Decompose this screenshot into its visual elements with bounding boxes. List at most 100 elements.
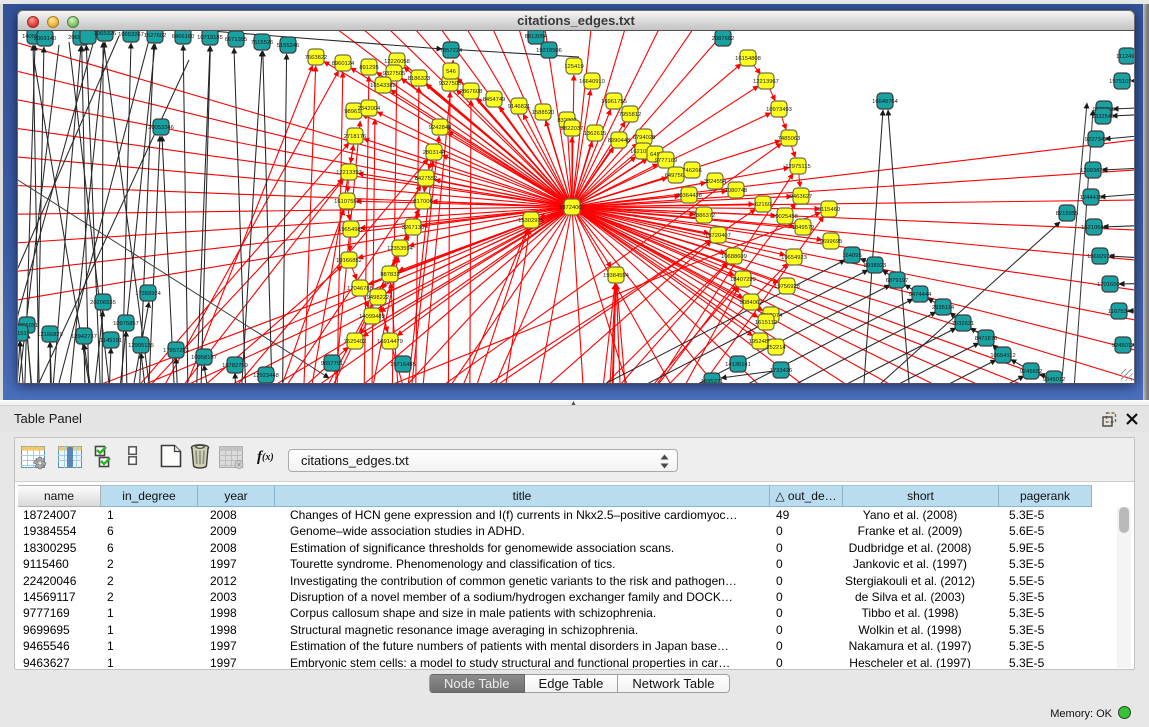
svg-text:7485063: 7485063 [778, 136, 801, 142]
svg-text:12905135: 12905135 [128, 343, 154, 349]
svg-text:2803144: 2803144 [423, 150, 446, 156]
svg-text:18407299: 18407299 [730, 277, 756, 283]
svg-text:15302975: 15302975 [518, 218, 544, 224]
svg-text:12975115: 12975115 [785, 164, 810, 170]
svg-text:8427552: 8427552 [415, 176, 438, 182]
svg-text:7632621: 7632621 [952, 321, 975, 327]
svg-text:1080748: 1080748 [725, 188, 748, 194]
svg-text:12093872: 12093872 [1080, 168, 1106, 174]
svg-text:5155246: 5155246 [277, 43, 300, 49]
svg-text:17046788: 17046788 [347, 286, 373, 292]
svg-text:7663822: 7663822 [305, 55, 328, 61]
svg-text:19654923: 19654923 [781, 255, 807, 261]
svg-text:(x): (x) [262, 452, 274, 463]
svg-text:2718176: 2718176 [344, 134, 367, 140]
svg-text:6879197: 6879197 [886, 278, 909, 284]
svg-text:16107552: 16107552 [334, 199, 360, 205]
svg-text:8813054: 8813054 [525, 34, 548, 40]
svg-text:891295: 891295 [359, 65, 378, 71]
svg-text:10653267: 10653267 [118, 32, 144, 38]
svg-text:9115460: 9115460 [818, 207, 840, 213]
svg-text:19218506: 19218506 [536, 48, 562, 54]
svg-text:9327505: 9327505 [439, 81, 462, 87]
svg-text:9245012: 9245012 [1112, 343, 1134, 349]
svg-text:9474444: 9474444 [909, 292, 932, 298]
svg-text:12942737: 12942737 [71, 334, 97, 340]
svg-text:19384554: 19384554 [603, 273, 630, 279]
svg-text:2342004: 2342004 [358, 106, 381, 112]
svg-text:20364436: 20364436 [676, 193, 702, 199]
svg-text:8960124: 8960124 [332, 61, 355, 67]
svg-text:887833: 887833 [380, 272, 399, 278]
svg-text:1244415: 1244415 [1080, 195, 1103, 201]
svg-text:16961755: 16961755 [601, 99, 627, 105]
svg-text:3822037: 3822037 [561, 126, 584, 132]
svg-text:252214: 252214 [766, 345, 786, 351]
svg-text:15716485: 15716485 [390, 362, 416, 368]
svg-text:9463627: 9463627 [790, 194, 813, 200]
svg-text:2867608: 2867608 [460, 89, 483, 95]
svg-text:8454749: 8454749 [483, 97, 506, 103]
svg-text:8186323: 8186323 [408, 76, 431, 82]
svg-text:1849579: 1849579 [792, 225, 815, 231]
svg-text:1527602: 1527602 [144, 33, 167, 39]
svg-text:7625402: 7625402 [344, 339, 367, 345]
svg-text:1695371: 1695371 [701, 379, 724, 383]
svg-text:16640910: 16640910 [579, 79, 605, 85]
svg-text:164095: 164095 [842, 253, 861, 259]
svg-text:12156829: 12156829 [37, 332, 63, 338]
svg-text:20206535: 20206535 [90, 300, 116, 306]
svg-text:9084067: 9084067 [740, 300, 763, 306]
svg-text:19654983: 19654983 [338, 227, 364, 233]
svg-text:10654112: 10654112 [990, 353, 1015, 359]
svg-text:15751074: 15751074 [1109, 79, 1134, 85]
svg-text:8215955: 8215955 [1056, 211, 1079, 217]
svg-text:15692971: 15692971 [1087, 254, 1113, 260]
svg-text:2069140: 2069140 [34, 36, 57, 42]
svg-text:12213393: 12213393 [336, 170, 362, 176]
svg-text:746266: 746266 [682, 168, 701, 174]
svg-text:817006: 817006 [413, 199, 432, 205]
svg-text:12226058: 12226058 [384, 59, 410, 65]
svg-text:17359924: 17359924 [135, 291, 162, 297]
svg-text:9777169: 9777169 [655, 158, 678, 164]
svg-text:16210643: 16210643 [1081, 225, 1107, 231]
svg-text:7955812: 7955812 [619, 112, 642, 118]
svg-text:7515526: 7515526 [251, 40, 274, 46]
svg-text:16914479: 16914479 [377, 339, 403, 345]
svg-text:18720407: 18720407 [705, 233, 731, 239]
svg-text:10975857: 10975857 [113, 321, 139, 327]
svg-text:16648764: 16648764 [872, 99, 899, 105]
svg-text:10958157: 10958157 [191, 355, 217, 361]
svg-text:8990448: 8990448 [608, 138, 631, 144]
svg-text:1065326: 1065326 [94, 31, 117, 37]
svg-text:16782759: 16782759 [222, 363, 248, 369]
svg-text:9498222: 9498222 [367, 295, 390, 301]
svg-text:9699695: 9699695 [820, 239, 843, 245]
svg-text:125419: 125419 [564, 64, 583, 70]
svg-text:1145191: 1145191 [100, 338, 122, 344]
svg-text:9327505: 9327505 [383, 71, 406, 77]
svg-text:6671355: 6671355 [225, 37, 248, 43]
svg-text:12923448: 12923448 [253, 373, 279, 379]
svg-text:8938923: 8938923 [864, 263, 887, 269]
svg-text:7886372: 7886372 [693, 213, 716, 219]
svg-text:9345012: 9345012 [1043, 377, 1066, 383]
svg-text:3267130: 3267130 [402, 225, 425, 231]
svg-text:2935114: 2935114 [932, 305, 955, 311]
svg-text:391511: 391511 [18, 331, 29, 337]
svg-text:3824554: 3824554 [704, 179, 727, 185]
svg-text:12353594: 12353594 [387, 246, 414, 252]
svg-text:20053346: 20053346 [148, 125, 174, 131]
svg-text:8471676: 8471676 [975, 336, 998, 342]
svg-text:9242848: 9242848 [429, 125, 452, 131]
svg-text:1733426: 1733426 [770, 368, 793, 374]
svg-text:1362615: 1362615 [584, 131, 607, 137]
svg-text:1112495: 1112495 [1116, 54, 1134, 60]
svg-text:10025458: 10025458 [772, 214, 798, 220]
svg-text:19756928: 19756928 [774, 284, 800, 290]
svg-text:9657791: 9657791 [321, 361, 344, 367]
svg-text:12213967: 12213967 [753, 79, 779, 85]
svg-text:6794028: 6794028 [633, 135, 656, 141]
svg-text:14099489: 14099489 [359, 314, 385, 320]
